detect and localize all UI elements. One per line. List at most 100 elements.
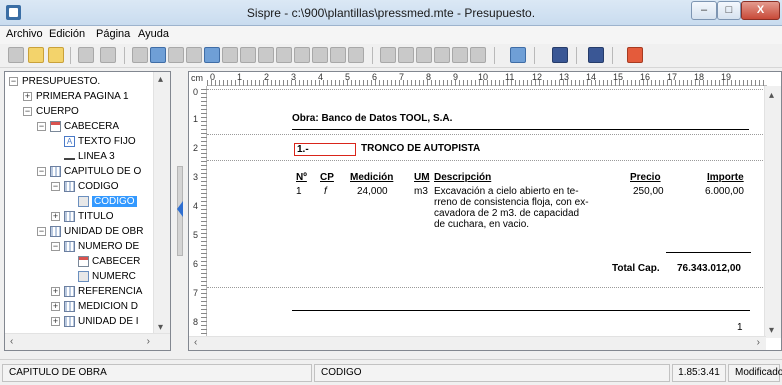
scroll-right-icon[interactable]: › [757,337,760,348]
row-cp: f [324,186,327,197]
ruler-tick: 16 [640,72,651,82]
tree-node-label: CAPITULO DE O [64,166,142,177]
exit-icon[interactable] [627,47,643,63]
header-icon [50,120,61,132]
collapse-icon[interactable]: − [51,181,60,191]
tree-node-unidad-de-i[interactable]: + UNIDAD DE I [51,314,139,329]
align-left-icon[interactable] [416,47,432,63]
section-icon[interactable] [186,47,202,63]
ruler-tick: 5 [345,72,351,82]
align-icon[interactable] [398,47,414,63]
calculator-icon[interactable] [510,47,526,63]
tree-node-titulo[interactable]: + TITULO [51,209,114,224]
collapse-icon[interactable]: − [9,76,18,86]
row-num: 1 [296,186,302,197]
tree-node-medicion[interactable]: + MEDICION D [51,299,138,314]
collapse-icon[interactable]: − [37,226,46,236]
menu-pagina[interactable]: Página [96,28,130,40]
tree-node-label: CABECERA [64,121,120,132]
distribute-icon[interactable] [452,47,468,63]
scroll-left-icon[interactable]: ‹ [10,336,13,347]
size-icon[interactable] [470,47,486,63]
collapse-icon[interactable]: − [23,106,32,116]
structure-tree[interactable]: − PRESUPUESTO. + PRIMERA PAGINA 1 − CUERPO … [4,71,171,351]
tree-node-numero-de[interactable]: − NUMERO DE [51,239,139,254]
expand-icon[interactable]: + [51,316,60,326]
column-header-num: Nº [296,172,307,183]
tree-node-codigo-field[interactable]: CODIGO [78,194,137,209]
table-icon[interactable] [150,47,166,63]
toolbar-separator [124,47,125,64]
properties-icon[interactable] [380,47,396,63]
save-icon[interactable] [588,47,604,63]
chart-icon[interactable] [348,47,364,63]
row-description-line: rreno de consistencia floja, con ex- [434,197,589,208]
scroll-left-icon[interactable]: ‹ [194,337,197,348]
column-header-precio: Precio [630,172,661,183]
frame-icon[interactable] [222,47,238,63]
line-icon[interactable] [294,47,310,63]
text-icon[interactable] [258,47,274,63]
barcode-icon[interactable] [330,47,346,63]
tree-node-numero[interactable]: NUMERC [78,269,136,284]
scroll-up-icon[interactable]: ▴ [769,90,774,101]
tree-node-unidad-de-obra[interactable]: − UNIDAD DE OBR [37,224,143,239]
scroll-down-icon[interactable]: ▾ [158,322,163,333]
document-canvas[interactable]: cm 0 1 2 3 4 5 6 7 8 9 10 11 12 13 14 15… [188,71,782,351]
ruler-tick: 8 [426,72,432,82]
collapse-panel-icon[interactable] [177,201,183,217]
filter-icon[interactable] [168,47,184,63]
align-right-icon[interactable] [434,47,450,63]
scroll-right-icon[interactable]: › [147,336,150,347]
tree-horizontal-scrollbar[interactable]: ‹ › [5,333,170,350]
new-icon[interactable] [8,47,24,63]
page-prev-icon[interactable] [78,47,94,63]
tree-node-codigo-group[interactable]: − CODIGO [51,179,119,194]
collapse-icon[interactable]: − [37,121,46,131]
maximize-button[interactable]: □ [717,1,741,20]
tree-vertical-scrollbar[interactable]: ▴ ▾ [153,72,170,335]
menu-ayuda[interactable]: Ayuda [138,28,169,40]
tree-node-cabecera-2[interactable]: CABECER [78,254,140,269]
document-horizontal-scrollbar[interactable]: ‹ › [189,336,766,350]
open-folder-icon[interactable] [28,47,44,63]
expand-icon[interactable]: + [51,286,60,296]
menu-edicion[interactable]: Edición [49,28,85,40]
open-folder-alt-icon[interactable] [48,47,64,63]
grid-icon[interactable] [204,47,220,63]
scroll-up-icon[interactable]: ▴ [158,74,163,85]
column-header-um: UM [414,172,430,183]
collapse-icon[interactable]: − [51,241,60,251]
image-icon[interactable] [276,47,292,63]
tree-node-linea-3[interactable]: LINEA 3 [64,149,115,164]
panel-splitter[interactable] [174,71,186,351]
scroll-down-icon[interactable]: ▾ [769,325,774,336]
menu-archivo[interactable]: Archivo [6,28,43,40]
toolbar [0,44,782,68]
collapse-icon[interactable]: − [37,166,46,176]
ruler-tick: 0 [193,87,199,97]
tree-node-cuerpo[interactable]: − CUERPO [23,104,79,119]
line-icon [64,152,75,160]
chapter-code-field[interactable]: 1.- [294,143,356,156]
tree-node-texto-fijo[interactable]: A TEXTO FIJO [64,134,136,149]
tree-node-capitulo-de-obra[interactable]: − CAPITULO DE O [37,164,141,179]
minimize-button[interactable]: – [691,1,717,20]
page-setup-icon[interactable] [132,47,148,63]
field-icon[interactable] [240,47,256,63]
tree-node-referencia[interactable]: + REFERENCIA [51,284,142,299]
rectangle-icon[interactable] [312,47,328,63]
ruler-tick: 2 [264,72,270,82]
tree-node-presupuesto[interactable]: − PRESUPUESTO. [9,74,100,89]
document-vertical-scrollbar[interactable]: ▴ ▾ [764,86,781,338]
tree-node-cabecera[interactable]: − CABECERA [37,119,119,134]
expand-icon[interactable]: + [23,91,32,101]
expand-icon[interactable]: + [51,211,60,221]
tree-node-primera-pagina[interactable]: + PRIMERA PAGINA 1 [23,89,129,104]
total-label: Total Cap. [612,263,660,274]
undo-icon[interactable] [552,47,568,63]
expand-icon[interactable]: + [51,301,60,311]
page-next-icon[interactable] [100,47,116,63]
close-button[interactable]: X [741,1,780,20]
ruler-tick: 17 [667,72,678,82]
